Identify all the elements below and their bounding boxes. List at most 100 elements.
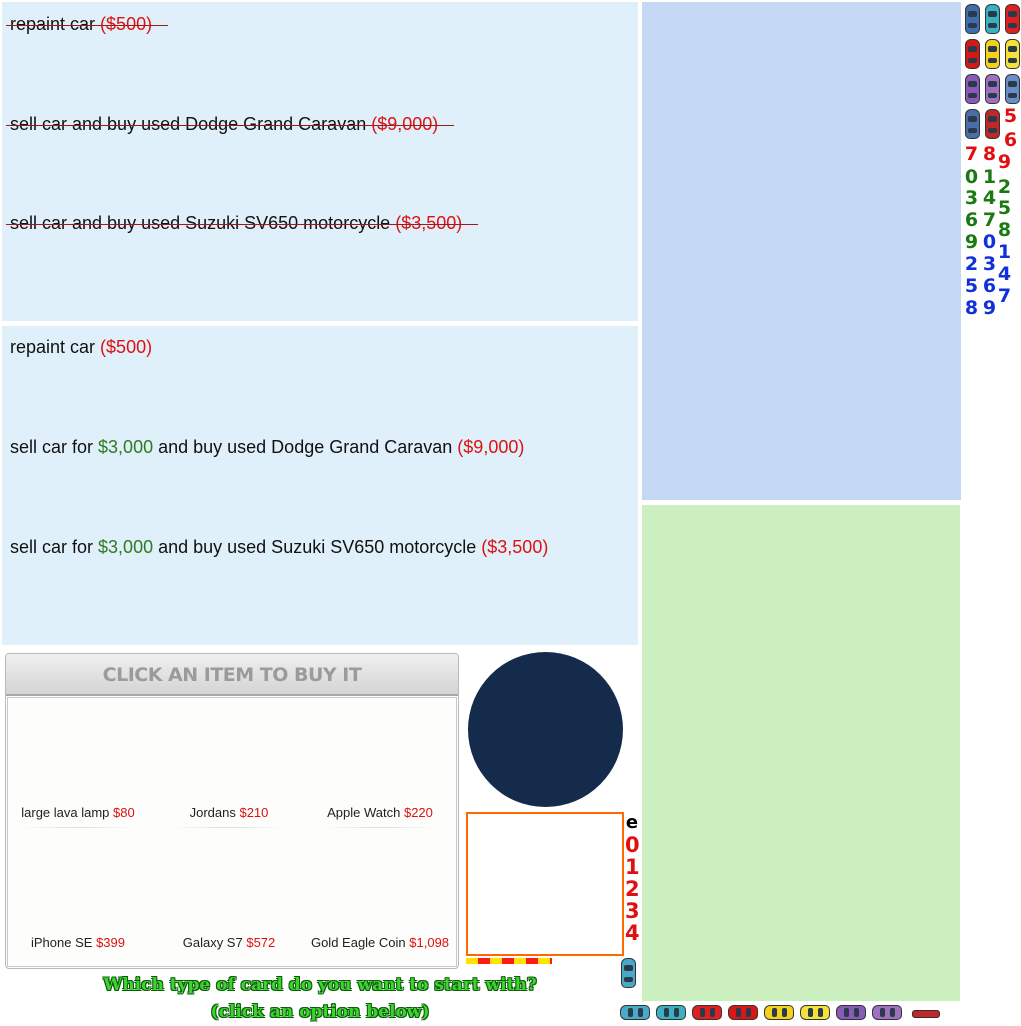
option-buy-caravan[interactable]: sell car for $3,000 and buy used Dodge G… xyxy=(10,437,524,458)
digit-glyph: 7 xyxy=(964,143,979,165)
option-price: ($9,000) xyxy=(371,114,439,134)
start-prompt: Which type of card do you want to start … xyxy=(40,972,600,1026)
car-sprite-icon xyxy=(985,74,1000,104)
digit-glyph: 8 xyxy=(964,297,979,319)
digit-glyph: 9 xyxy=(982,297,997,319)
options-panel: repaint car ($500) sell car for $3,000 a… xyxy=(2,326,638,645)
item-price: $399 xyxy=(96,935,125,950)
card-choice-box[interactable] xyxy=(466,812,624,956)
item-price: $210 xyxy=(239,805,269,820)
item-label: Gold Eagle Coin $1,098 xyxy=(310,935,450,950)
car-sprite-icon xyxy=(836,1005,866,1020)
used-option-motorcycle: sell car and buy used Suzuki SV650 motor… xyxy=(5,213,479,234)
option-repaint-car[interactable]: repaint car ($500) xyxy=(10,337,152,358)
car-sprite-icon xyxy=(965,39,980,69)
digit-column: e 0 1 2 3 4 xyxy=(625,812,640,945)
option-text: sell car and buy used Suzuki SV650 motor… xyxy=(10,213,396,233)
item-price: $220 xyxy=(403,805,433,820)
shop-item-lava-lamp[interactable]: large lava lamp $80 xyxy=(8,698,148,828)
item-name: large lava lamp xyxy=(21,805,110,820)
item-name: Galaxy S7 xyxy=(182,935,243,950)
item-name: Apple Watch xyxy=(327,805,401,820)
digit-glyph: 6 xyxy=(1003,129,1018,151)
car-sprite-icon xyxy=(764,1005,794,1020)
car-sprite-icon xyxy=(965,4,980,34)
option-text: sell car and buy used Dodge Grand Carava… xyxy=(10,114,372,134)
car-sprite-row xyxy=(620,1005,940,1021)
item-price: $80 xyxy=(113,805,135,820)
digit-glyph: 6 xyxy=(964,209,979,231)
shop-item-jordans[interactable]: Jordans $210 xyxy=(159,698,299,828)
option-sale-amount: $3,000 xyxy=(98,437,154,457)
car-sprite-icon xyxy=(1005,39,1020,69)
option-price: ($3,500) xyxy=(481,537,549,557)
item-name: Gold Eagle Coin xyxy=(310,935,406,950)
car-sprite-icon xyxy=(1005,4,1020,34)
option-price: ($500) xyxy=(100,337,153,357)
car-sprite-icon xyxy=(872,1005,902,1020)
digit-glyph: 1 xyxy=(997,241,1012,263)
digit-glyph: 9 xyxy=(997,151,1012,173)
digit-glyph: 5 xyxy=(964,275,979,297)
digit-glyph: 3 xyxy=(964,187,979,209)
option-text: and buy used Dodge Grand Caravan xyxy=(153,437,458,457)
shop-item-apple-watch[interactable]: Apple Watch $220 xyxy=(310,698,450,828)
option-price: ($3,500) xyxy=(395,213,463,233)
shop-item-gold-eagle-coin[interactable]: Gold Eagle Coin $1,098 xyxy=(310,828,450,958)
navy-circle-token xyxy=(468,652,623,807)
option-price: ($500) xyxy=(100,14,153,34)
item-label: Apple Watch $220 xyxy=(310,805,450,820)
digit-glyph: 5 xyxy=(997,197,1012,219)
car-sprite-icon xyxy=(728,1005,758,1020)
digit-glyph: 2 xyxy=(997,176,1012,198)
digit-glyph: 9 xyxy=(964,231,979,253)
digit-glyph: 3 xyxy=(625,899,640,923)
motorcycle-sprite-icon xyxy=(912,1010,940,1018)
digit-glyph: 4 xyxy=(625,921,640,945)
shop-header: CLICK AN ITEM TO BUY IT xyxy=(6,654,458,696)
digit-glyph: 7 xyxy=(997,285,1012,307)
car-sprite-icon xyxy=(985,109,1000,139)
option-text: sell car for xyxy=(10,537,99,557)
prompt-hint: (click an option below) xyxy=(210,1002,430,1022)
car-sprite-icon xyxy=(965,74,980,104)
item-price: $572 xyxy=(246,935,276,950)
car-sprite-icon xyxy=(620,1005,650,1020)
green-card-area[interactable] xyxy=(642,505,960,1001)
option-buy-motorcycle[interactable]: sell car for $3,000 and buy used Suzuki … xyxy=(10,537,548,558)
digit-glyph: e xyxy=(625,812,639,833)
item-label: large lava lamp $80 xyxy=(8,805,148,820)
shop-item-iphone-se[interactable]: iPhone SE $399 xyxy=(8,828,148,958)
car-sprite-icon xyxy=(965,109,980,139)
item-price: $1,098 xyxy=(409,935,450,950)
car-sprite-icon xyxy=(985,39,1000,69)
car-sprite-icon xyxy=(800,1005,830,1020)
digit-glyph: 8 xyxy=(997,219,1012,241)
digit-glyph: 4 xyxy=(997,263,1012,285)
shop-panel: CLICK AN ITEM TO BUY IT large lava lamp … xyxy=(5,653,459,969)
car-sprite-icon xyxy=(621,958,636,988)
digit-glyph: 0 xyxy=(964,166,979,188)
option-text: sell car for xyxy=(10,437,99,457)
option-price: ($9,000) xyxy=(457,437,525,457)
item-label: Jordans $210 xyxy=(159,805,299,820)
option-text: and buy used Suzuki SV650 motorcycle xyxy=(153,537,482,557)
car-sprite-icon xyxy=(1005,74,1020,104)
blue-card-area[interactable] xyxy=(642,2,961,500)
option-text: repaint car xyxy=(10,337,101,357)
car-sprite-icon xyxy=(692,1005,722,1020)
item-label: iPhone SE $399 xyxy=(8,935,148,950)
car-sprite-icon xyxy=(656,1005,686,1020)
item-label: Galaxy S7 $572 xyxy=(159,935,299,950)
shop-item-galaxy-s7[interactable]: Galaxy S7 $572 xyxy=(159,828,299,958)
option-sale-amount: $3,000 xyxy=(98,537,154,557)
digit-glyph: 1 xyxy=(625,855,640,879)
used-option-caravan: sell car and buy used Dodge Grand Carava… xyxy=(5,114,455,135)
item-name: Jordans xyxy=(189,805,236,820)
prompt-question: Which type of card do you want to start … xyxy=(103,975,537,995)
digit-glyph: 0 xyxy=(625,833,640,857)
sprite-sheet: 5678901234567890123456789 xyxy=(963,2,1021,332)
option-text: repaint car xyxy=(10,14,101,34)
used-option-repaint: repaint car ($500) xyxy=(5,14,169,35)
digit-glyph: 2 xyxy=(964,253,979,275)
